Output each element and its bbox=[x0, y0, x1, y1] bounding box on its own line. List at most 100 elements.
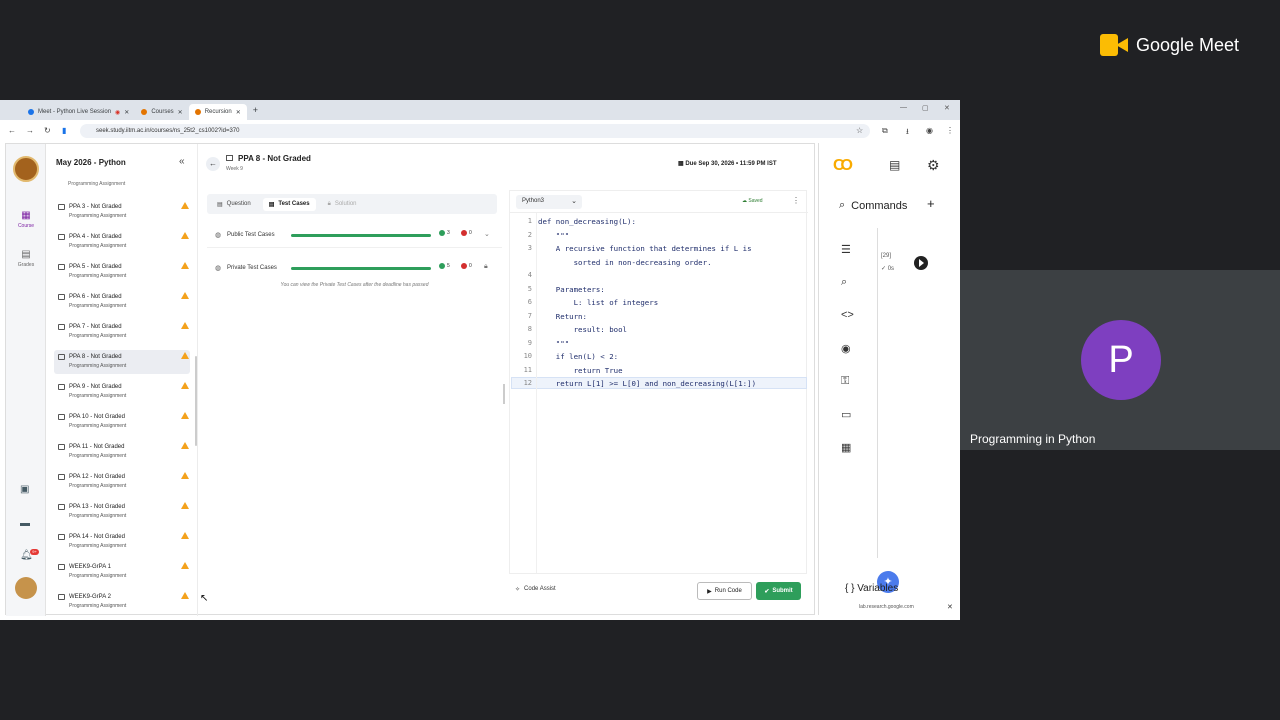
back-icon[interactable]: ← bbox=[8, 126, 16, 135]
commands-button[interactable]: ⌕ Commands bbox=[839, 199, 907, 212]
submit-button[interactable]: ✔ Submit bbox=[756, 582, 801, 600]
participant-tile[interactable]: P Programming in Python bbox=[960, 270, 1280, 450]
line-number: 7 bbox=[527, 311, 532, 320]
rail-item-course[interactable]: ▦ Course bbox=[6, 210, 46, 229]
sidebar-item[interactable]: PPA 5 - Not Graded Programming Assignment bbox=[54, 260, 190, 284]
recursion-favicon-icon bbox=[194, 109, 201, 115]
code-snippets-icon[interactable]: <> bbox=[841, 309, 854, 321]
sidebar-item[interactable]: PPA 4 - Not Graded Programming Assignment bbox=[54, 230, 190, 254]
warning-icon bbox=[181, 562, 189, 569]
browser-tab-meet[interactable]: Meet - Python Live Session ◉ ✕ bbox=[22, 104, 135, 120]
sidebar-item[interactable]: PPA 12 - Not Graded Programming Assignmen… bbox=[54, 470, 190, 494]
code-assist-button[interactable]: ✧ Code Assist bbox=[515, 586, 556, 593]
sidebar-item-subtitle: Programming Assignment bbox=[69, 543, 127, 549]
passed-count: 3 bbox=[439, 230, 450, 236]
reload-icon[interactable]: ↻ bbox=[44, 126, 51, 135]
close-icon[interactable]: ✕ bbox=[124, 109, 129, 116]
close-icon[interactable]: ✕ bbox=[178, 109, 183, 116]
sidebar-item-subtitle: Programming Assignment bbox=[69, 363, 127, 369]
lock-icon: 🔒︎ bbox=[484, 263, 488, 270]
assignment-icon bbox=[58, 474, 65, 480]
table-icon[interactable]: ▦ bbox=[841, 441, 851, 454]
tab-test-cases[interactable]: ▤ Test Cases bbox=[262, 197, 316, 211]
shared-screen: Meet - Python Live Session ◉ ✕ Courses ✕… bbox=[0, 100, 960, 620]
extensions-icon[interactable]: ⧉ bbox=[882, 126, 888, 136]
count-text: 3 bbox=[447, 230, 450, 236]
assignment-icon bbox=[226, 155, 233, 161]
code-line: """ bbox=[538, 338, 570, 348]
editor-menu-icon[interactable]: ⋮ bbox=[792, 196, 800, 205]
participant-avatar: P bbox=[1081, 320, 1161, 400]
variable-inspector-icon[interactable]: ◉ bbox=[841, 342, 851, 355]
chevron-down-icon[interactable]: ⌄ bbox=[484, 230, 490, 238]
sidebar-item[interactable]: WEEK9-GrPA 1 Programming Assignment bbox=[54, 560, 190, 584]
downloads-icon[interactable]: ⭳ bbox=[906, 126, 909, 140]
sidebar-scrollbar[interactable] bbox=[195, 356, 197, 446]
close-icon[interactable]: ✕ bbox=[947, 603, 953, 611]
code-line: def non_decreasing(L): bbox=[538, 217, 636, 226]
sidebar-item[interactable]: PPA 3 - Not Graded Programming Assignment bbox=[54, 200, 190, 224]
sidebar-item-subtitle: Programming Assignment bbox=[69, 273, 127, 279]
user-avatar[interactable] bbox=[15, 577, 37, 599]
sidebar-item[interactable]: PPA 8 - Not Graded Programming Assignment bbox=[54, 350, 190, 374]
add-cell-icon[interactable]: + bbox=[927, 196, 935, 211]
comment-icon[interactable]: ▤ bbox=[889, 158, 900, 172]
calculator-icon[interactable]: ▣ bbox=[20, 484, 29, 495]
folder-icon[interactable]: ▭ bbox=[841, 408, 851, 421]
variables-button[interactable]: { } Variables bbox=[845, 583, 898, 594]
find-icon[interactable]: ⌕ bbox=[841, 276, 847, 289]
tab-question[interactable]: ▤ Question bbox=[211, 198, 257, 211]
tab-label: Question bbox=[226, 201, 251, 207]
sidebar-item[interactable]: PPA 13 - Not Graded Programming Assignmen… bbox=[54, 500, 190, 524]
close-icon[interactable]: ✕ bbox=[236, 109, 241, 116]
window-close-icon[interactable]: ✕ bbox=[944, 104, 950, 112]
sidebar-item[interactable]: PPA 11 - Not Graded Programming Assignmen… bbox=[54, 440, 190, 464]
code-editor[interactable]: Python3 ⌄ ☁ Saved ⋮ 1 2 3 4 5 6 7 8 9 10 11 12 def … bbox=[509, 190, 808, 574]
bookmark-star-icon[interactable]: ☆ bbox=[856, 126, 863, 135]
code-assist-label: Code Assist bbox=[524, 586, 556, 592]
code-line: sorted in non-decreasing order. bbox=[538, 257, 712, 267]
run-code-button[interactable]: ▶ Run Code bbox=[697, 582, 752, 600]
public-test-cases-row[interactable]: ◍ Public Test Cases 3 0 ⌄ bbox=[207, 224, 502, 248]
assignment-sidebar: May 2026 - Python « Programming Assignme… bbox=[46, 144, 198, 616]
chat-icon[interactable]: ▬ bbox=[20, 518, 30, 529]
table-of-contents-icon[interactable]: ☰ bbox=[841, 243, 851, 256]
saved-status: ☁ Saved bbox=[742, 198, 763, 204]
run-cell-button[interactable] bbox=[914, 256, 928, 270]
language-value: Python3 bbox=[522, 198, 545, 204]
browser-tab-bar: Meet - Python Live Session ◉ ✕ Courses ✕… bbox=[0, 100, 960, 120]
sidebar-item[interactable]: PPA 14 - Not Graded Programming Assignmen… bbox=[54, 530, 190, 554]
sidebar-item[interactable]: PPA 9 - Not Graded Programming Assignment bbox=[54, 380, 190, 404]
rail-item-grades[interactable]: ▤ Grades bbox=[6, 249, 46, 268]
new-tab-icon[interactable]: + bbox=[253, 105, 258, 115]
profile-icon[interactable]: ◉ bbox=[926, 126, 933, 135]
browser-tab-recursion[interactable]: Recursion ✕ bbox=[188, 104, 247, 120]
mouse-cursor-icon: ↖ bbox=[200, 593, 209, 604]
forward-icon[interactable]: → bbox=[26, 126, 34, 135]
minimize-icon[interactable]: — bbox=[900, 104, 907, 111]
browser-menu-icon[interactable]: ⋮ bbox=[946, 126, 954, 135]
maximize-icon[interactable]: ▢ bbox=[922, 104, 929, 112]
meet-favicon-icon bbox=[28, 109, 34, 115]
gear-icon[interactable]: ⚙ bbox=[927, 157, 940, 174]
notification-badge: 9+ bbox=[30, 549, 39, 555]
assignment-icon bbox=[58, 594, 65, 600]
collapse-sidebar-icon[interactable]: « bbox=[179, 156, 185, 167]
sidebar-item[interactable]: WEEK9-GrPA 2 Programming Assignment bbox=[54, 590, 190, 614]
tab-solution[interactable]: 🔒︎ Solution bbox=[322, 198, 363, 211]
warning-icon bbox=[181, 292, 189, 299]
sidebar-item[interactable]: PPA 10 - Not Graded Programming Assignmen… bbox=[54, 410, 190, 434]
sidebar-item[interactable]: PPA 6 - Not Graded Programming Assignment bbox=[54, 290, 190, 314]
url-field[interactable]: seek.study.iitm.ac.in/courses/ns_25t2_cs… bbox=[80, 124, 870, 138]
sidebar-item[interactable]: PPA 7 - Not Graded Programming Assignment bbox=[54, 320, 190, 344]
url-text: seek.study.iitm.ac.in/courses/ns_25t2_cs… bbox=[96, 128, 240, 134]
sidebar-toggle-icon[interactable]: ▮ bbox=[62, 126, 66, 135]
code-line: result: bool bbox=[538, 325, 627, 334]
language-select[interactable]: Python3 ⌄ bbox=[516, 195, 582, 209]
panel-resize-handle[interactable] bbox=[503, 384, 505, 404]
back-button[interactable]: ← bbox=[206, 157, 220, 171]
line-number: 11 bbox=[523, 365, 532, 374]
key-icon[interactable]: ⚿ bbox=[841, 375, 849, 388]
browser-tab-courses[interactable]: Courses ✕ bbox=[135, 104, 188, 120]
failed-count: 0 bbox=[461, 230, 472, 236]
